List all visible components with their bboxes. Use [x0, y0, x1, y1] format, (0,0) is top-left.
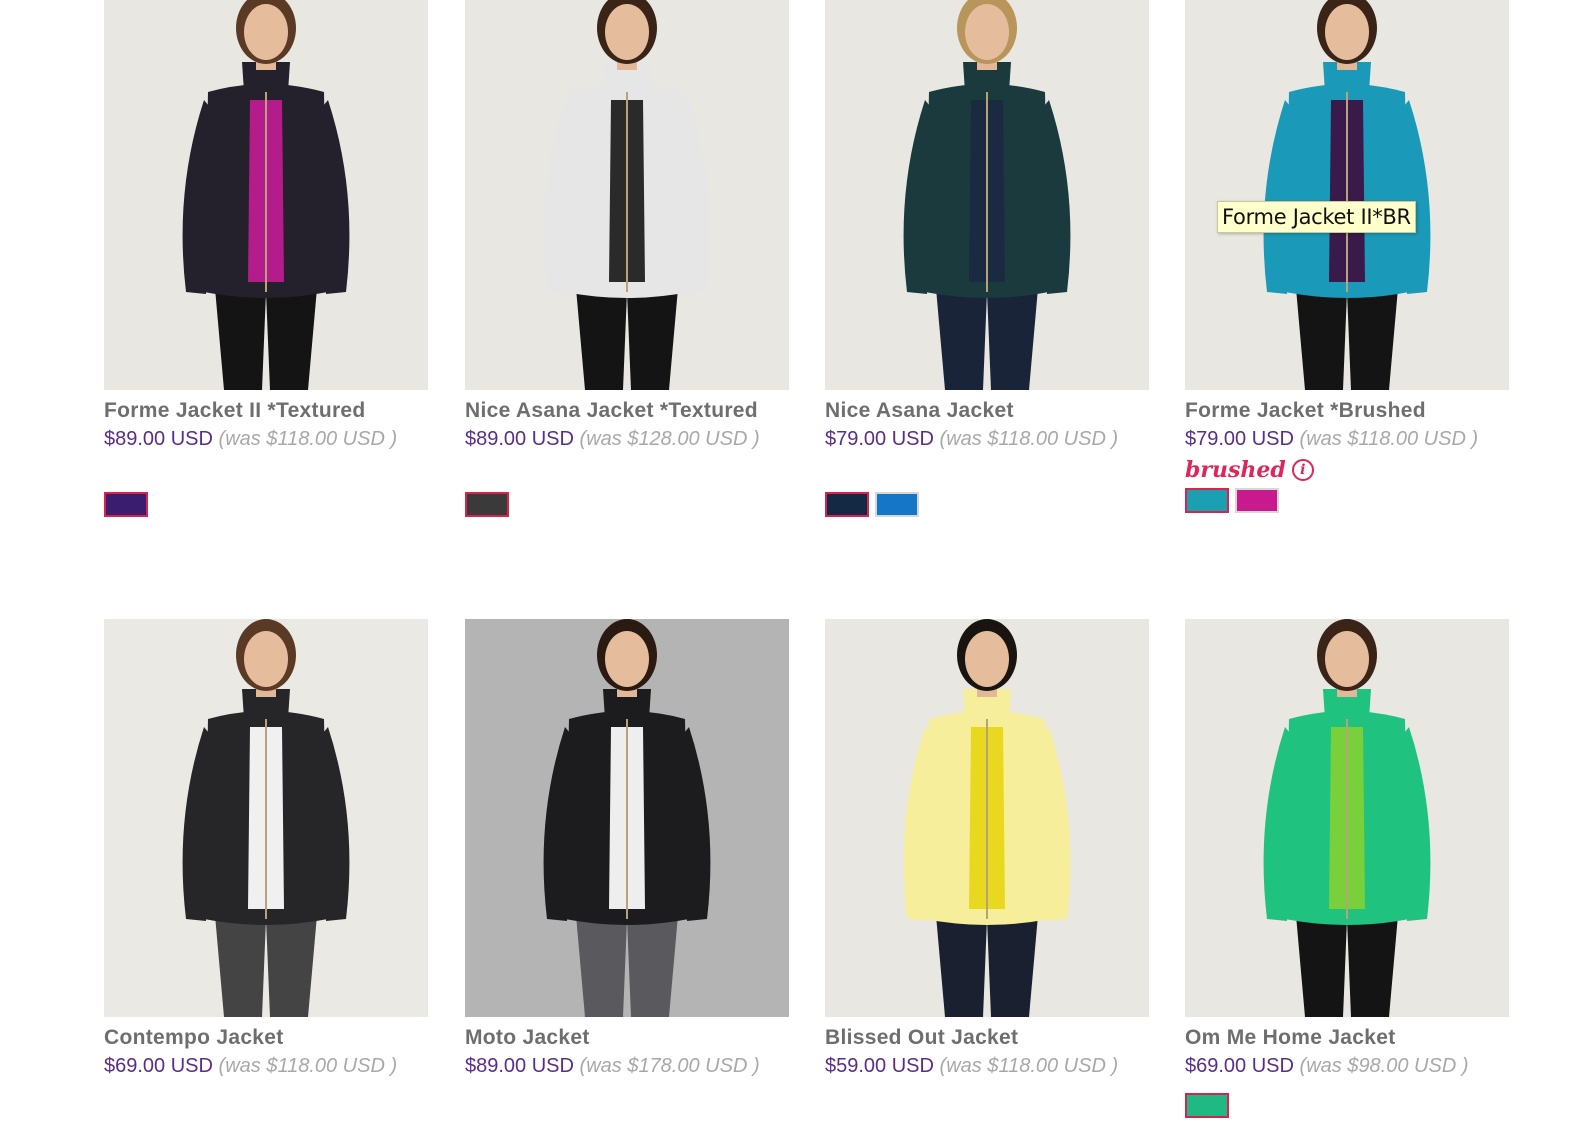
product-price: $89.00 USD (was $178.00 USD ) [465, 1056, 789, 1077]
tooltip: Forme Jacket II*BR [1217, 201, 1416, 233]
product-card: Nice Asana Jacket *Textured $89.00 USD (… [465, 0, 789, 517]
product-photo[interactable] [1185, 619, 1509, 1017]
original-price: (was $128.00 USD ) [579, 428, 760, 450]
color-swatches [1185, 1093, 1509, 1118]
model-illustration [1263, 0, 1431, 390]
model-illustration [903, 0, 1071, 390]
color-swatch[interactable] [875, 492, 919, 517]
model-illustration [543, 619, 711, 1017]
sale-price: $89.00 USD [465, 428, 574, 450]
color-swatch[interactable] [104, 492, 148, 517]
product-photo[interactable] [465, 0, 789, 390]
color-swatch[interactable] [1185, 488, 1229, 513]
model-illustration [182, 619, 350, 1017]
product-card: Forme Jacket II *Textured $89.00 USD (wa… [104, 0, 428, 517]
product-price: $59.00 USD (was $118.00 USD ) [825, 1056, 1149, 1077]
sale-price: $69.00 USD [1185, 1055, 1294, 1077]
original-price: (was $118.00 USD ) [939, 428, 1119, 450]
brushed-badge: brushed i [1185, 458, 1509, 482]
product-photo[interactable] [825, 619, 1149, 1017]
original-price: (was $118.00 USD ) [218, 428, 398, 450]
original-price: (was $118.00 USD ) [1299, 428, 1479, 450]
product-card: Nice Asana Jacket $79.00 USD (was $118.0… [825, 0, 1149, 517]
model-illustration [1263, 619, 1431, 1017]
original-price: (was $98.00 USD ) [1299, 1055, 1469, 1077]
product-price: $89.00 USD (was $118.00 USD ) [104, 429, 428, 450]
sale-price: $79.00 USD [825, 428, 934, 450]
sale-price: $89.00 USD [104, 428, 213, 450]
color-swatch[interactable] [825, 492, 869, 517]
product-card: Moto Jacket $89.00 USD (was $178.00 USD … [465, 619, 789, 1077]
info-icon[interactable]: i [1291, 459, 1314, 481]
product-name[interactable]: Contempo Jacket [104, 1027, 428, 1048]
product-card: Blissed Out Jacket $59.00 USD (was $118.… [825, 619, 1149, 1077]
product-price: $69.00 USD (was $98.00 USD ) [1185, 1056, 1509, 1077]
color-swatch[interactable] [1235, 488, 1279, 513]
color-swatches [825, 492, 1149, 517]
sale-price: $69.00 USD [104, 1055, 213, 1077]
color-swatches [1185, 488, 1509, 513]
product-photo[interactable] [104, 619, 428, 1017]
color-swatches [104, 492, 428, 517]
sale-price: $89.00 USD [465, 1055, 574, 1077]
color-swatch[interactable] [465, 492, 509, 517]
product-card: Om Me Home Jacket $69.00 USD (was $98.00… [1185, 619, 1509, 1118]
original-price: (was $178.00 USD ) [579, 1055, 760, 1077]
model-illustration [903, 619, 1071, 1017]
product-photo[interactable] [104, 0, 428, 390]
color-swatches [465, 492, 789, 517]
original-price: (was $118.00 USD ) [218, 1055, 398, 1077]
product-price: $89.00 USD (was $128.00 USD ) [465, 429, 789, 450]
product-price: $69.00 USD (was $118.00 USD ) [104, 1056, 428, 1077]
product-card: Forme Jacket *Brushed $79.00 USD (was $1… [1185, 0, 1509, 513]
product-name[interactable]: Forme Jacket II *Textured [104, 400, 428, 421]
product-name[interactable]: Moto Jacket [465, 1027, 789, 1048]
product-name[interactable]: Nice Asana Jacket *Textured [465, 400, 789, 421]
brushed-label: brushed [1185, 457, 1286, 483]
product-price: $79.00 USD (was $118.00 USD ) [1185, 429, 1509, 450]
product-name[interactable]: Om Me Home Jacket [1185, 1027, 1509, 1048]
product-card: Contempo Jacket $69.00 USD (was $118.00 … [104, 619, 428, 1077]
original-price: (was $118.00 USD ) [939, 1055, 1119, 1077]
product-name[interactable]: Forme Jacket *Brushed [1185, 400, 1509, 421]
color-swatch[interactable] [1185, 1093, 1229, 1118]
model-illustration [182, 0, 350, 390]
model-illustration [543, 0, 711, 390]
product-price: $79.00 USD (was $118.00 USD ) [825, 429, 1149, 450]
sale-price: $59.00 USD [825, 1055, 934, 1077]
product-photo[interactable] [465, 619, 789, 1017]
product-name[interactable]: Blissed Out Jacket [825, 1027, 1149, 1048]
product-photo[interactable] [825, 0, 1149, 390]
product-name[interactable]: Nice Asana Jacket [825, 400, 1149, 421]
product-photo[interactable] [1185, 0, 1509, 390]
sale-price: $79.00 USD [1185, 428, 1294, 450]
